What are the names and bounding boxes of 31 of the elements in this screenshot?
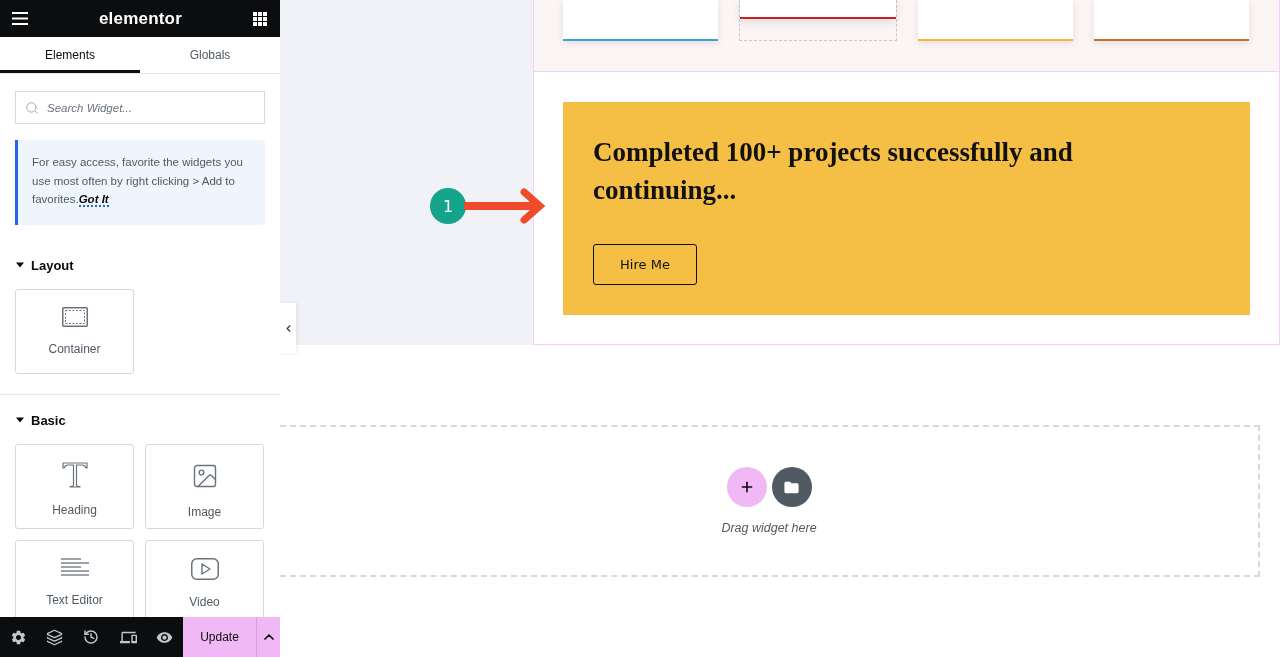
container-icon — [61, 307, 88, 327]
hire-me-button[interactable]: Hire Me — [593, 244, 697, 285]
heading-icon — [61, 462, 88, 488]
template-library-button[interactable] — [771, 467, 812, 507]
search-icon — [25, 101, 39, 115]
history-icon[interactable] — [83, 629, 100, 645]
menu-icon[interactable] — [12, 12, 28, 25]
publish-options-button[interactable] — [256, 617, 280, 657]
panel-tab[interactable]: Elements — [0, 37, 140, 73]
got-it-link[interactable]: Got It — [78, 193, 109, 207]
brand-logo: elementor — [98, 8, 183, 29]
add-section-button[interactable] — [726, 467, 767, 507]
cta-heading: Completed 100+ projects successfully and continuing... — [593, 136, 1074, 207]
arrow-icon — [464, 188, 546, 224]
settings-icon[interactable] — [9, 628, 27, 646]
search-field[interactable]: Search Widget... — [15, 91, 265, 124]
widget-tile[interactable]: Heading — [15, 444, 134, 529]
tip-text: For easy access, favorite the widgets you use most often by right clicking > Add to favorites.Got It — [15, 140, 265, 225]
widget-tile[interactable]: Text Editor — [15, 540, 134, 617]
update-button[interactable]: Update — [183, 617, 256, 657]
widget-tile[interactable]: Video — [145, 540, 264, 617]
drop-hint: Drag widget here — [721, 521, 817, 535]
category-toggle[interactable]: Layout — [15, 255, 74, 275]
widget-tile[interactable]: Image — [145, 444, 264, 529]
text-lines-icon — [60, 558, 89, 578]
layers-icon[interactable] — [46, 628, 64, 646]
panel-tab[interactable]: Globals — [140, 37, 280, 73]
category-toggle[interactable]: Basic — [15, 410, 66, 430]
apps-grid-icon[interactable] — [253, 11, 267, 26]
widget-tile[interactable]: Container — [15, 289, 134, 374]
video-play-icon — [190, 558, 219, 580]
